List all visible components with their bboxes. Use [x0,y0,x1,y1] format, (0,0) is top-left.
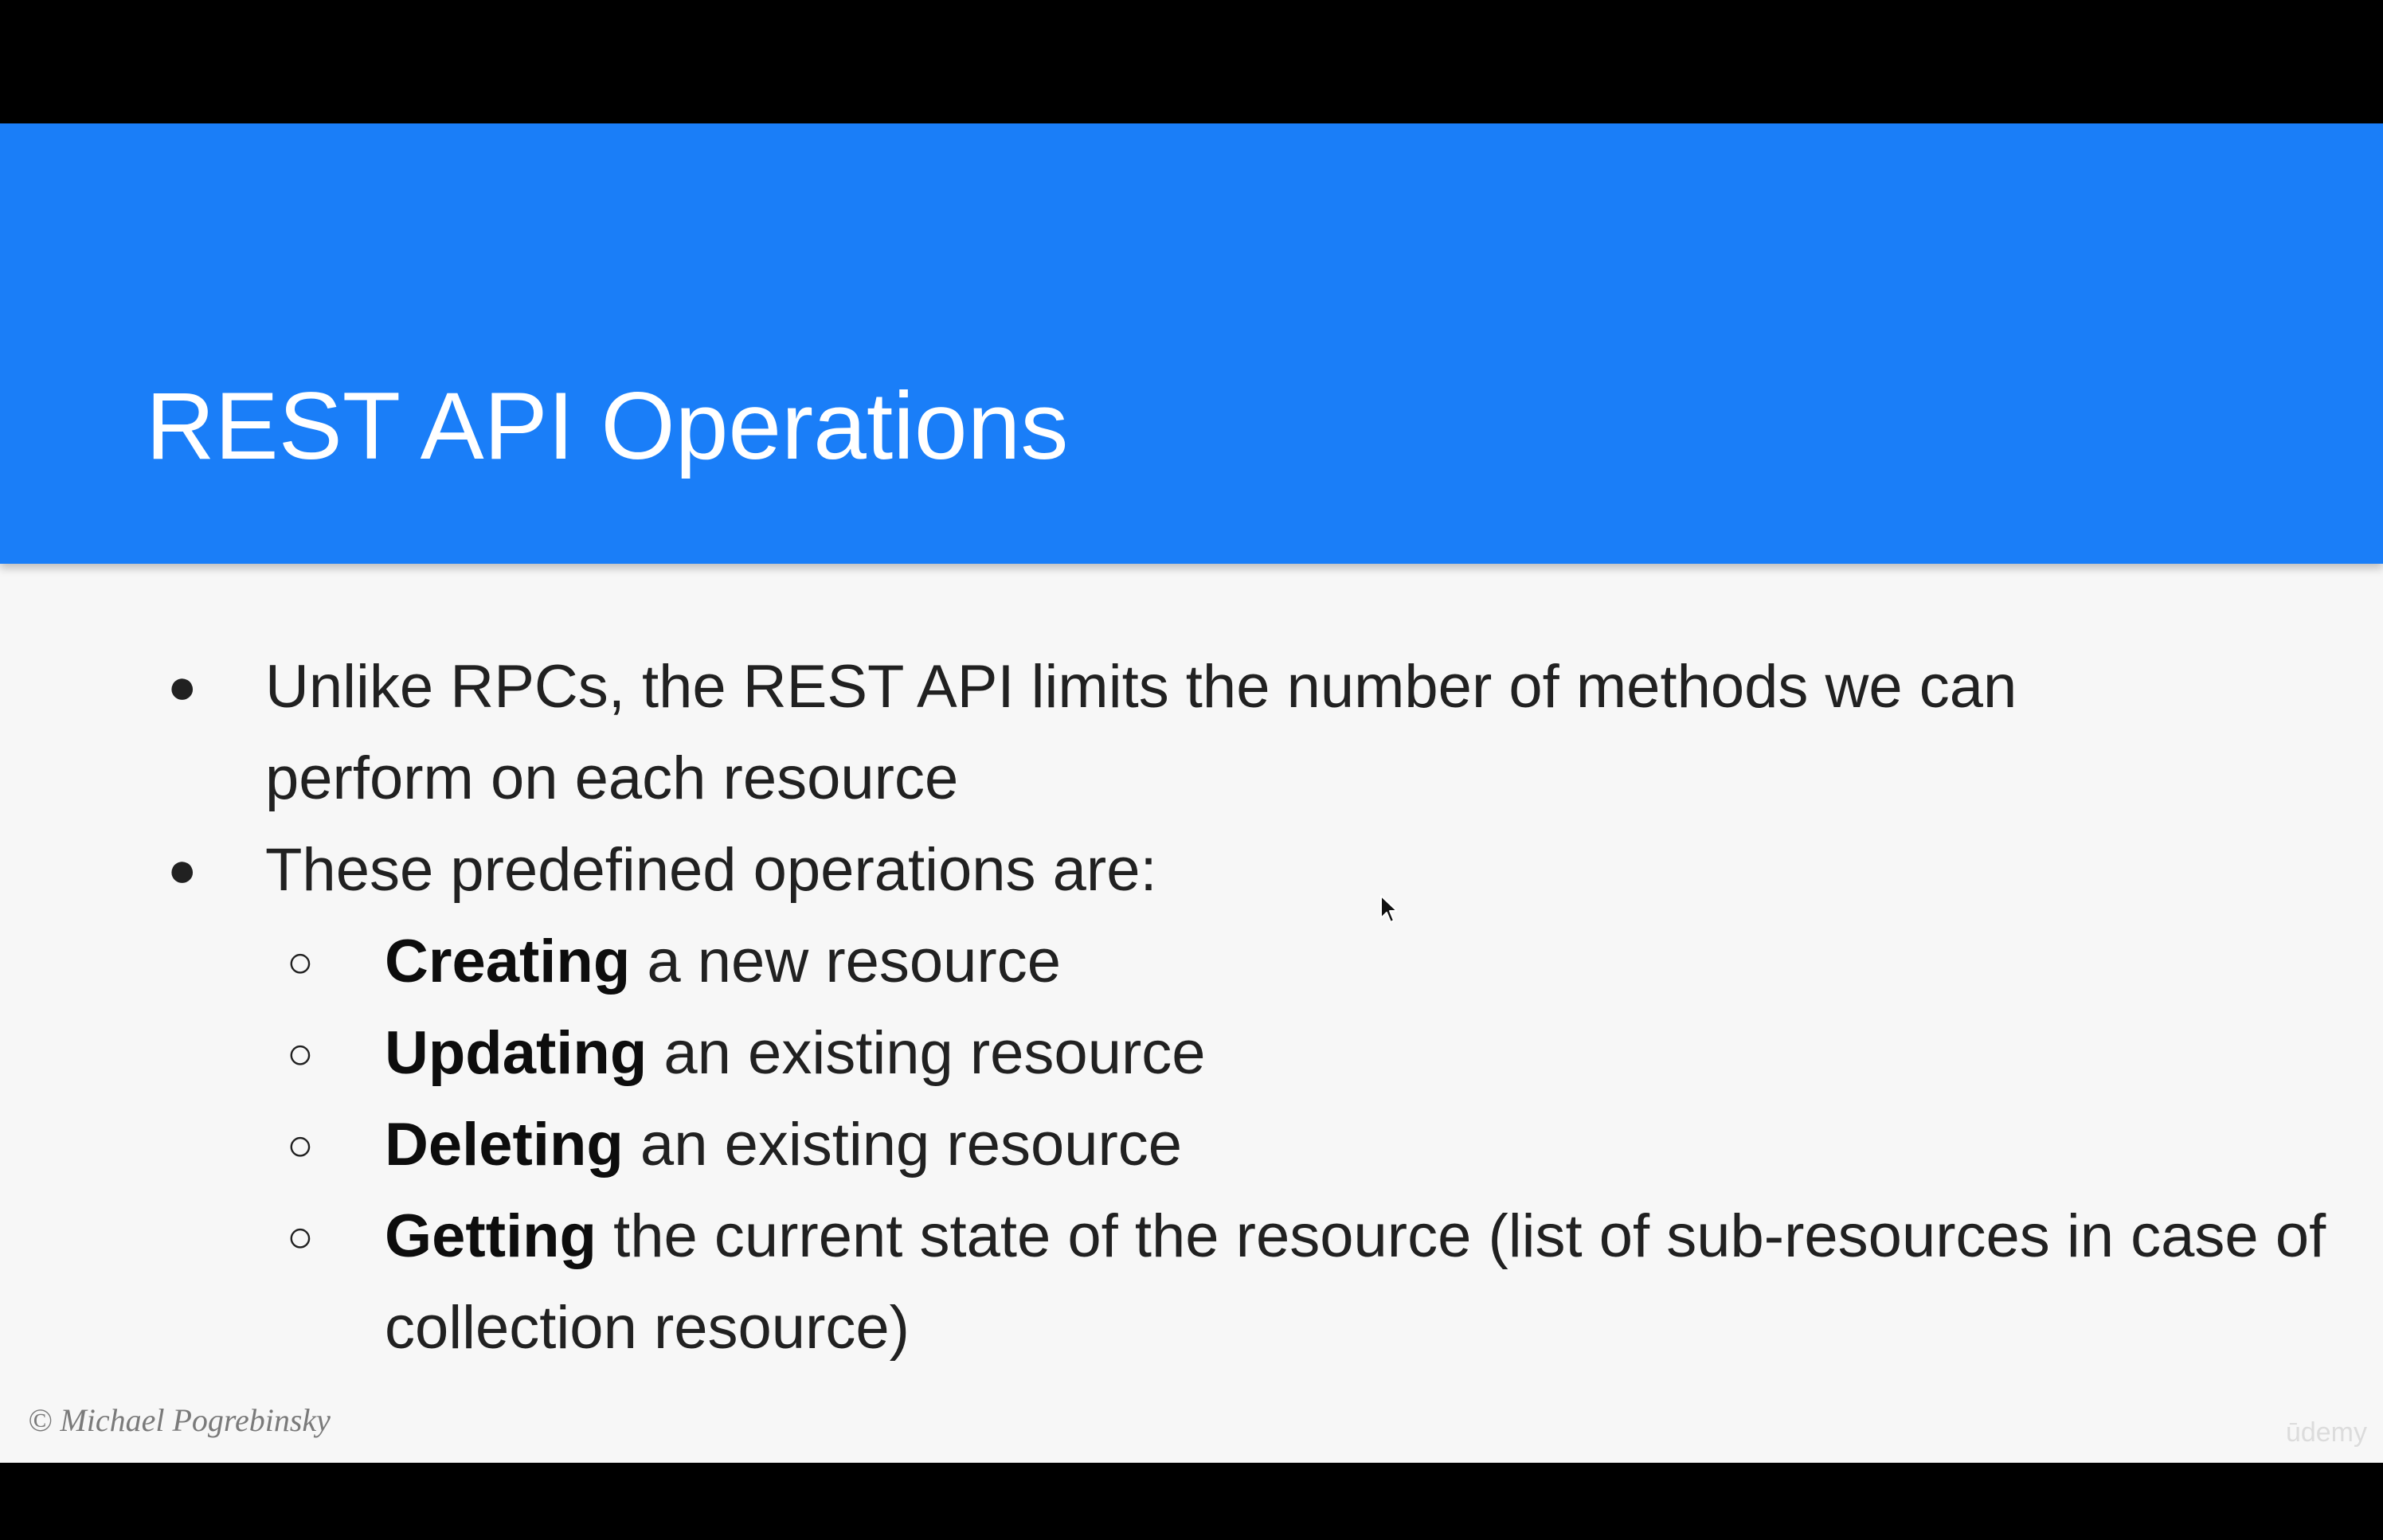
sub-bullet-marker: ○ [287,1211,314,1261]
presentation-slide: REST API Operations ● Unlike RPCs, the R… [0,123,2383,1463]
sub-bullet-marker: ○ [287,1120,314,1170]
bullet-item: ● These predefined operations are: ○ Crea… [0,824,2326,1374]
bullet-marker: ● [167,842,198,897]
bullet-list: ● Unlike RPCs, the REST API limits the n… [0,641,2383,1374]
copyright-notice: © Michael Pogrebinsky [28,1402,331,1438]
bullet-marker: ● [167,659,198,714]
slide-title: REST API Operations [146,373,1069,479]
operation-description: an existing resource [647,1019,1206,1087]
sub-bullet-marker: ○ [287,1028,314,1078]
operation-keyword: Deleting [385,1111,624,1178]
slide-header-band: REST API Operations [0,123,2383,564]
bullet-text: Unlike RPCs, the REST API limits the num… [265,653,2017,812]
operation-keyword: Updating [385,1019,648,1087]
sub-bullet-item: ○ Getting the current state of the resour… [0,1190,2328,1374]
sub-bullet-item: ○ Updating an existing resource [0,1007,2328,1099]
operation-description: a new resource [630,928,1062,995]
mouse-pointer-icon [1380,895,1397,923]
letterbox-bottom [0,1463,2383,1540]
operation-keyword: Creating [385,928,631,995]
bullet-text: These predefined operations are: [265,836,1157,904]
sub-bullet-marker: ○ [287,936,314,987]
letterbox-top [0,0,2383,123]
operation-description: an existing resource [623,1111,1183,1178]
bullet-item: ● Unlike RPCs, the REST API limits the n… [0,641,2209,824]
sub-bullet-item: ○ Creating a new resource [0,916,2328,1007]
operation-keyword: Getting [385,1202,597,1270]
sub-bullet-item: ○ Deleting an existing resource [0,1099,2328,1190]
operation-description: the current state of the resource (list … [385,1202,2326,1362]
udemy-watermark: ūdemy [2285,1417,2367,1448]
sub-bullet-list: ○ Creating a new resource ○ Updating an ex… [265,916,2326,1374]
